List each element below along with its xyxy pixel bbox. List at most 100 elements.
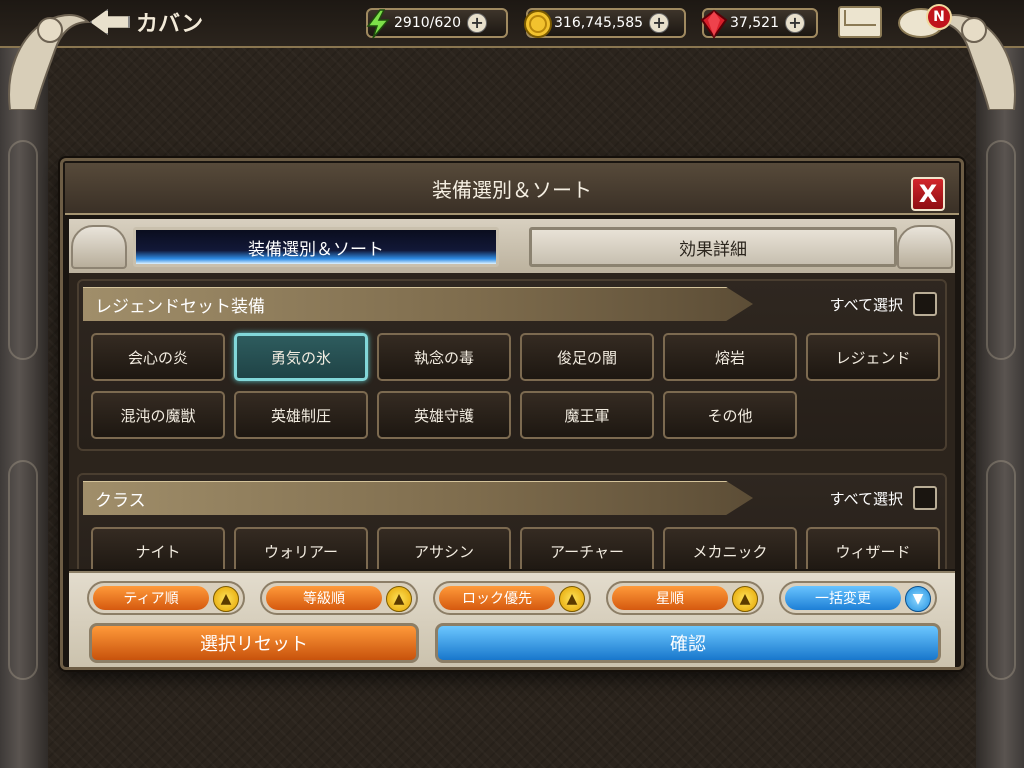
legend-filter-button[interactable]: 俊足の闇 <box>520 333 654 381</box>
legend-filter-label: 俊足の闇 <box>556 348 617 367</box>
class-select-all-checkbox[interactable] <box>913 486 937 510</box>
sort-dialog: 装備選別＆ソート X 装備選別＆ソート 効果詳細 レジェンドセット装備 すべて選… <box>60 158 964 670</box>
tab-effect-details[interactable]: 効果詳細 <box>529 227 897 267</box>
legend-filter-button[interactable]: レジェンド <box>806 333 940 381</box>
notification-badge: N <box>926 4 952 30</box>
legend-select-all[interactable]: すべて選択 <box>830 289 937 319</box>
class-filter-button[interactable]: ウォリアー <box>234 527 368 569</box>
reset-selection-button[interactable]: 選択リセット <box>89 623 419 663</box>
tab-sort[interactable]: 装備選別＆ソート <box>133 227 499 267</box>
legend-filter-button[interactable]: 英雄制圧 <box>234 391 368 439</box>
tab-ornament-right <box>897 225 953 269</box>
legend-filter-label: 英雄制圧 <box>270 406 331 425</box>
legend-filter-button[interactable]: 魔王軍 <box>520 391 654 439</box>
confirm-button[interactable]: 確認 <box>435 623 941 663</box>
arrow-up-icon: ▲ <box>386 586 412 612</box>
section-header-legend: レジェンドセット装備 <box>83 287 753 321</box>
left-frame <box>0 0 48 768</box>
legend-set-section: レジェンドセット装備 すべて選択 会心の炎 勇気の氷 執念の毒 俊足の闇 熔岩 レジェンド… <box>77 279 947 451</box>
left-ornament <box>8 140 38 360</box>
class-filter-button[interactable]: メカニック <box>663 527 797 569</box>
legend-filter-label: 会心の炎 <box>127 348 188 367</box>
sort-button-label: ティア順 <box>93 586 209 610</box>
legend-filter-label: レジェンド <box>835 348 911 367</box>
class-section: クラス すべて選択 ナイト ウォリアー アサシン アーチャー メカニック ウィザード <box>77 473 947 569</box>
class-filter-button[interactable]: アーチャー <box>520 527 654 569</box>
class-filter-button[interactable]: ウィザード <box>806 527 940 569</box>
legend-filter-label: 執念の毒 <box>413 348 474 367</box>
class-filter-button[interactable]: ナイト <box>91 527 225 569</box>
legend-filter-label: 勇気の氷 <box>270 348 331 367</box>
filter-scroll-area[interactable]: レジェンドセット装備 すべて選択 会心の炎 勇気の氷 執念の毒 俊足の闇 熔岩 レジェンド… <box>69 273 955 569</box>
add-gold-button[interactable]: + <box>649 13 670 33</box>
legend-filter-button[interactable]: 混沌の魔獣 <box>91 391 225 439</box>
legend-select-all-checkbox[interactable] <box>913 292 937 316</box>
sort-button[interactable]: 星順 ▲ <box>606 581 764 615</box>
class-filter-label: ウィザード <box>835 542 911 561</box>
legend-filter-button[interactable]: 英雄守護 <box>377 391 511 439</box>
legend-filter-label: 魔王軍 <box>564 406 610 425</box>
gem-counter: 37,521 + <box>700 8 818 39</box>
section-header-class: クラス <box>83 481 753 515</box>
legend-filter-button[interactable]: 執念の毒 <box>377 333 511 381</box>
sort-button-label: 等級順 <box>266 586 382 610</box>
back-arrow-icon <box>90 9 130 35</box>
reset-selection-label: 選択リセット <box>200 634 308 655</box>
gold-value: 316,745,585 <box>554 15 644 31</box>
sort-button[interactable]: ロック優先 ▲ <box>433 581 591 615</box>
class-filter-label: ウォリアー <box>263 542 339 561</box>
legend-filter-button[interactable]: 会心の炎 <box>91 333 225 381</box>
sort-button[interactable]: 一括変更 ▼ <box>779 581 937 615</box>
class-select-all[interactable]: すべて選択 <box>830 483 937 513</box>
arrow-up-icon: ▲ <box>213 586 239 612</box>
sort-button-label: 星順 <box>612 586 728 610</box>
sort-button[interactable]: ティア順 ▲ <box>87 581 245 615</box>
tab-ornament-left <box>71 225 127 269</box>
class-select-all-label: すべて選択 <box>829 489 903 508</box>
legend-filter-label: 混沌の魔獣 <box>120 406 196 425</box>
right-ornament-lower <box>986 460 1016 680</box>
class-filter-label: アサシン <box>413 542 474 561</box>
tab-effect-details-label: 効果詳細 <box>679 239 747 260</box>
arrow-up-icon: ▲ <box>732 586 758 612</box>
right-ornament <box>986 140 1016 360</box>
legend-filter-button[interactable]: その他 <box>663 391 797 439</box>
tab-bar: 装備選別＆ソート 効果詳細 <box>69 219 955 273</box>
stamina-counter: 2910/620 + <box>366 8 508 39</box>
class-filter-label: ナイト <box>135 542 181 561</box>
legend-filter-button[interactable]: 熔岩 <box>663 333 797 381</box>
sort-button[interactable]: 等級順 ▲ <box>260 581 418 615</box>
legend-section-title: レジェンドセット装備 <box>95 297 265 317</box>
dialog-title-bar: 装備選別＆ソート X <box>65 163 959 215</box>
class-section-title: クラス <box>95 491 146 511</box>
stamina-value: 2910/620 <box>394 15 462 31</box>
add-gem-button[interactable]: + <box>785 13 805 33</box>
class-filter-label: アーチャー <box>550 542 624 561</box>
right-frame <box>976 0 1024 768</box>
close-icon: X <box>918 180 938 208</box>
top-bar: カバン 2910/620 + 316,745,585 + 37,521 + N <box>0 0 1024 110</box>
arrow-down-icon: ▼ <box>905 586 931 612</box>
lightning-icon <box>366 9 390 39</box>
ruby-gem-icon <box>700 9 728 39</box>
legend-filter-label: 英雄守護 <box>413 406 474 425</box>
legend-select-all-label: すべて選択 <box>829 295 903 314</box>
arrow-up-icon: ▲ <box>559 586 585 612</box>
legend-filter-label: 熔岩 <box>714 348 745 367</box>
legend-filter-button[interactable]: 勇気の氷 <box>234 333 368 381</box>
close-button[interactable]: X <box>911 177 945 211</box>
sort-button-label: ロック優先 <box>439 586 555 610</box>
bottom-action-panel: ティア順 ▲ 等級順 ▲ ロック優先 ▲ 星順 ▲ 一括変更 ▼ 選択リセット 確認 <box>69 571 955 667</box>
dialog-title: 装備選別＆ソート <box>432 177 592 202</box>
left-ornament-lower <box>8 460 38 680</box>
back-button[interactable]: カバン <box>90 6 203 38</box>
class-filter-button[interactable]: アサシン <box>377 527 511 569</box>
angel-statue-left-icon <box>8 14 90 110</box>
gold-coin-icon <box>524 10 552 38</box>
class-filter-label: メカニック <box>692 542 768 561</box>
tab-sort-label: 装備選別＆ソート <box>248 239 384 260</box>
mail-icon[interactable] <box>838 6 882 38</box>
legend-filter-label: その他 <box>707 406 753 425</box>
add-stamina-button[interactable]: + <box>467 13 488 33</box>
back-label: カバン <box>136 12 204 37</box>
